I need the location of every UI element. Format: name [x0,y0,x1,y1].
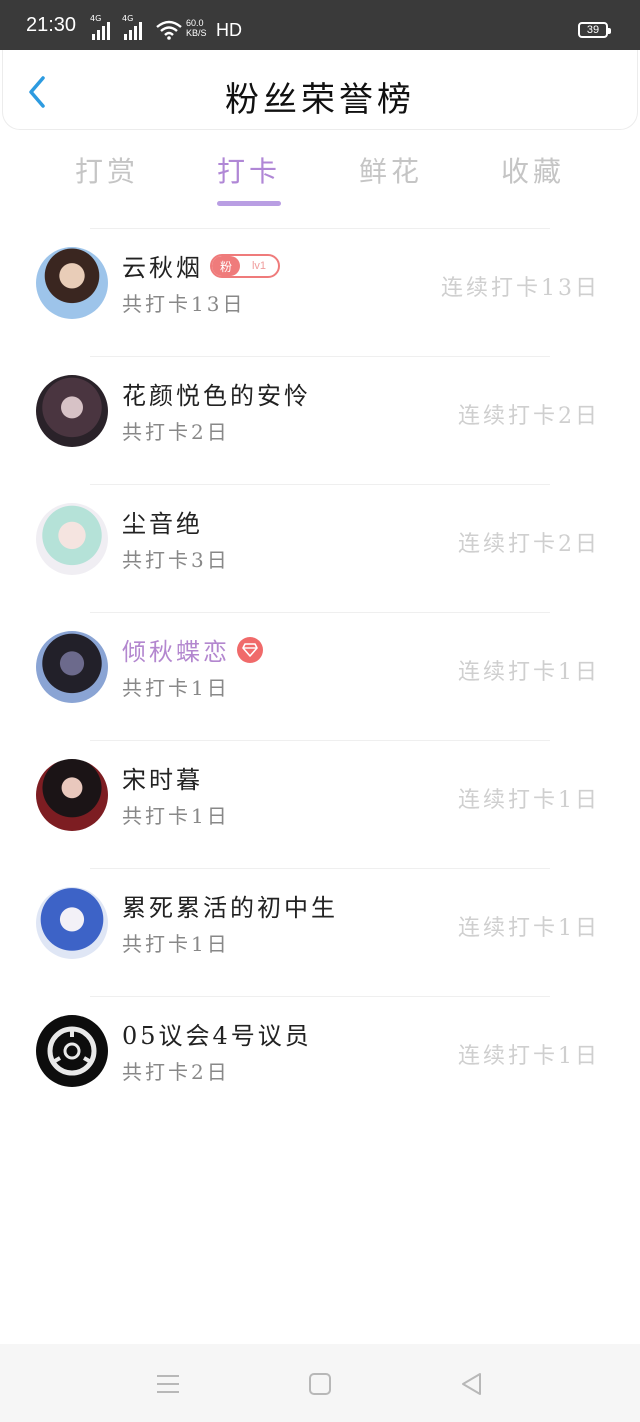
streak-checkin: 连续打卡2日 [458,404,600,429]
network-speed: 60.0 KB/S [186,18,207,38]
user-name[interactable]: 倾秋蝶恋 [122,632,230,667]
battery-level: 39 [586,24,600,36]
list-item[interactable]: 宋时暮 共打卡1日 连续打卡1日 [0,740,640,868]
streak-checkin: 连续打卡1日 [458,660,600,685]
signal-icon-sim1: 4G [90,14,110,40]
avatar[interactable] [36,375,108,447]
streak-checkin: 连续打卡2日 [458,532,600,557]
divider [90,356,550,357]
list-item[interactable]: 云秋烟 粉 lv1 共打卡13日 连续打卡13日 [0,228,640,356]
divider [90,612,550,613]
list-item[interactable]: 花颜悦色的安怜 共打卡2日 连续打卡2日 [0,356,640,484]
tab-reward[interactable]: 打赏 [62,150,152,190]
active-tab-indicator [217,201,281,206]
list-item[interactable]: 尘音绝 共打卡3日 连续打卡2日 [0,484,640,612]
fan-badge-level: lv1 [251,260,267,272]
total-checkin: 共打卡1日 [122,932,230,956]
divider [90,868,550,869]
menu-icon[interactable] [154,1370,182,1398]
list-item[interactable]: 05议会4号议员 共打卡2日 连续打卡1日 [0,996,640,1124]
total-checkin: 共打卡2日 [122,1060,230,1084]
page-title: 粉丝荣誉榜 [225,80,415,120]
streak-checkin: 连续打卡13日 [441,276,600,301]
total-checkin: 共打卡3日 [122,548,230,572]
system-nav-bar [0,1344,640,1422]
hd-indicator: HD [216,20,242,40]
streak-checkin: 连续打卡1日 [458,1044,600,1069]
wifi-icon [156,20,182,40]
scp-logo-icon [47,1026,97,1076]
back-triangle-icon[interactable] [458,1370,486,1398]
streak-checkin: 连续打卡1日 [458,916,600,941]
divider [90,484,550,485]
user-name[interactable]: 05议会4号议员 [122,1016,312,1051]
divider [90,228,550,229]
list-item[interactable]: 倾秋蝶恋 共打卡1日 连续打卡1日 [0,612,640,740]
avatar[interactable] [36,887,108,959]
avatar[interactable] [36,759,108,831]
fan-badge-label: 粉 [212,256,240,276]
tab-checkin[interactable]: 打卡 [204,150,294,190]
status-time: 21:30 [26,14,77,36]
user-name[interactable]: 尘音绝 [122,504,203,539]
avatar[interactable] [36,503,108,575]
page-header: 粉丝荣誉榜 [2,50,638,130]
diamond-icon [237,637,263,663]
user-name[interactable]: 花颜悦色的安怜 [122,376,311,411]
fan-level-badge: 粉 lv1 [210,254,280,278]
avatar[interactable] [36,247,108,319]
tab-bar: 打赏 打卡 鲜花 收藏 [0,150,640,210]
user-name[interactable]: 宋时暮 [122,760,203,795]
tab-favorites[interactable]: 收藏 [488,150,578,190]
battery-icon: 39 [578,22,611,38]
avatar[interactable] [36,631,108,703]
streak-checkin: 连续打卡1日 [458,788,600,813]
total-checkin: 共打卡2日 [122,420,230,444]
total-checkin: 共打卡1日 [122,676,230,700]
divider [90,740,550,741]
divider [90,996,550,997]
total-checkin: 共打卡1日 [122,804,230,828]
status-bar: 21:30 4G 4G 60.0 KB/S HD 39 [0,0,640,50]
user-name[interactable]: 云秋烟 [122,248,203,283]
list-item[interactable]: 累死累活的初中生 共打卡1日 连续打卡1日 [0,868,640,996]
checkin-ranking-list: 云秋烟 粉 lv1 共打卡13日 连续打卡13日 花颜悦色的安怜 共打卡2日 连… [0,228,640,1124]
signal-icon-sim2: 4G [122,14,142,40]
tab-flowers[interactable]: 鲜花 [346,150,436,190]
home-square-icon[interactable] [306,1370,334,1398]
avatar[interactable] [36,1015,108,1087]
user-name[interactable]: 累死累活的初中生 [122,888,338,923]
total-checkin: 共打卡13日 [122,292,246,316]
